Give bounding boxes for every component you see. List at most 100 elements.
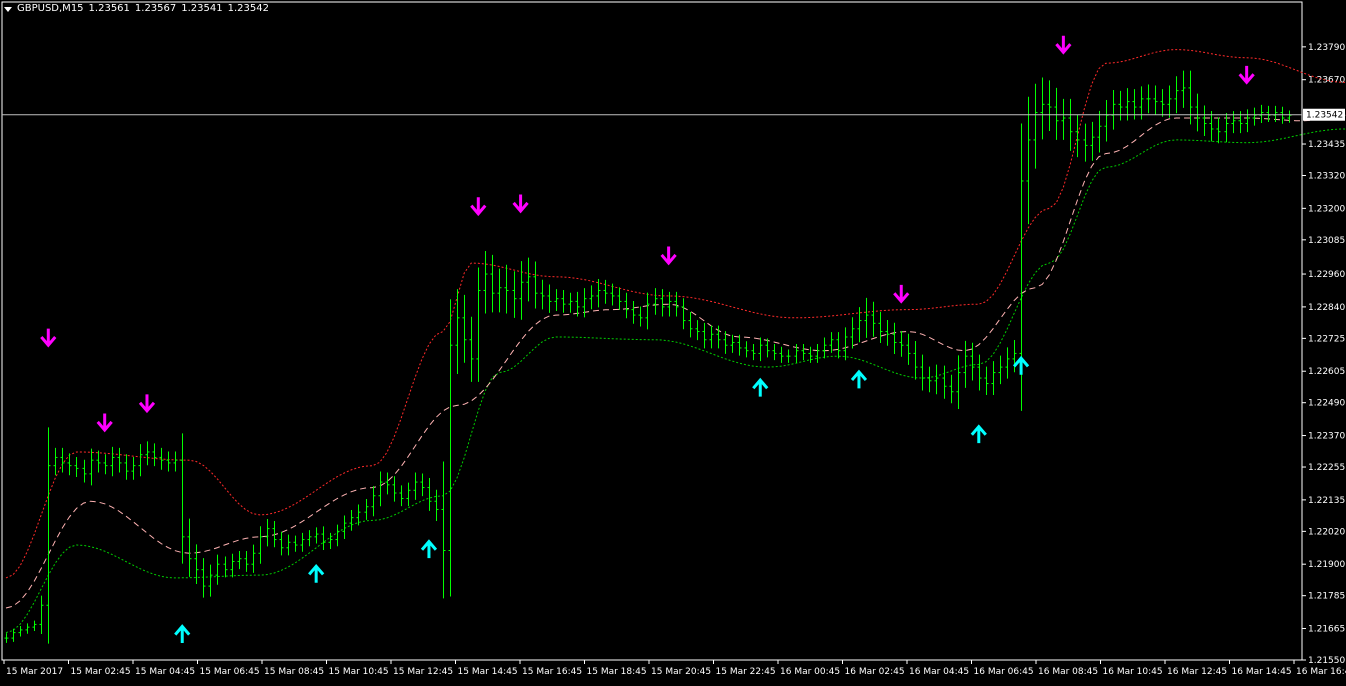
price-bar bbox=[744, 341, 749, 358]
price-bar bbox=[53, 447, 58, 476]
price-bar bbox=[328, 532, 333, 550]
price-bar bbox=[194, 544, 199, 585]
price-bar bbox=[18, 626, 23, 637]
price-bar bbox=[251, 544, 256, 573]
price-bar bbox=[476, 267, 481, 382]
price-bar bbox=[878, 311, 883, 344]
price-bar bbox=[1146, 84, 1151, 114]
price-bar bbox=[293, 535, 298, 552]
price-bar bbox=[561, 290, 566, 313]
price-bar bbox=[180, 433, 185, 564]
price-bar bbox=[709, 325, 714, 349]
price-bar bbox=[145, 441, 150, 466]
sell-arrow-icon bbox=[96, 413, 113, 433]
price-bar bbox=[892, 322, 897, 354]
x-tick-label: 15 Mar 12:45 bbox=[393, 667, 453, 677]
price-bar bbox=[173, 451, 178, 472]
buy-arrow-icon bbox=[1012, 355, 1030, 375]
price-bar bbox=[1083, 123, 1088, 162]
y-tick-label: 1.22020 bbox=[1308, 527, 1345, 537]
x-tick-label: 15 Mar 08:45 bbox=[264, 667, 324, 677]
price-bar bbox=[448, 299, 453, 597]
x-tick-label: 15 Mar 10:45 bbox=[329, 667, 389, 677]
price-bar bbox=[1097, 110, 1102, 153]
x-tick-label: 16 Mar 00:45 bbox=[780, 667, 840, 677]
price-bar bbox=[765, 338, 770, 358]
price-bar bbox=[758, 337, 763, 362]
price-bar bbox=[110, 446, 115, 477]
price-bar bbox=[645, 292, 650, 330]
price-chart[interactable]: 1.23790 1.23670 1.23435 1.23320 1.23200 1.230… bbox=[0, 0, 1346, 682]
price-bar bbox=[631, 301, 636, 324]
price-bar bbox=[850, 317, 855, 349]
price-bar bbox=[582, 288, 587, 318]
price-bar bbox=[413, 472, 418, 500]
price-bar bbox=[913, 340, 918, 380]
x-tick-label: 16 Mar 04:45 bbox=[909, 667, 969, 677]
price-bar bbox=[1188, 70, 1193, 125]
price-bar bbox=[1195, 93, 1200, 132]
price-bar bbox=[4, 633, 9, 643]
x-tick-label: 16 Mar 16:45 bbox=[1296, 667, 1346, 677]
price-bar bbox=[392, 476, 397, 502]
price-bar bbox=[349, 509, 354, 531]
buy-arrow-icon bbox=[420, 539, 438, 559]
y-tick-label: 1.21900 bbox=[1308, 560, 1345, 570]
price-bar bbox=[906, 333, 911, 365]
price-bar bbox=[497, 268, 502, 313]
price-bar bbox=[822, 337, 827, 359]
price-bar bbox=[899, 330, 904, 357]
price-bar bbox=[67, 453, 72, 476]
price-bar bbox=[949, 374, 954, 404]
price-bar bbox=[124, 454, 129, 480]
chart-root[interactable]: GBPUSD,M15 1.23561 1.23567 1.23541 1.235… bbox=[0, 0, 1346, 682]
price-bar bbox=[265, 519, 270, 547]
price-bar bbox=[730, 334, 735, 353]
y-tick-label: 1.23670 bbox=[1308, 76, 1345, 86]
price-bar bbox=[434, 489, 439, 521]
price-bar bbox=[772, 343, 777, 361]
price-bar bbox=[653, 288, 658, 315]
price-bar bbox=[963, 340, 968, 388]
price-bar bbox=[1090, 121, 1095, 161]
price-bar bbox=[1202, 105, 1207, 136]
price-bar bbox=[1068, 98, 1073, 151]
y-tick-label: 1.23320 bbox=[1308, 172, 1345, 182]
price-bar bbox=[1104, 99, 1109, 142]
price-bar bbox=[920, 354, 925, 391]
price-bar bbox=[1026, 96, 1031, 225]
price-bar bbox=[688, 311, 693, 338]
price-bar bbox=[399, 485, 404, 507]
price-bar bbox=[977, 354, 982, 391]
price-bar bbox=[991, 361, 996, 396]
buy-arrow-icon bbox=[850, 369, 868, 389]
price-bar bbox=[46, 427, 51, 644]
price-bar bbox=[117, 447, 122, 473]
x-tick-label: 16 Mar 14:45 bbox=[1232, 667, 1292, 677]
y-tick-label: 1.23200 bbox=[1308, 204, 1345, 214]
price-bar bbox=[74, 457, 79, 478]
price-bar bbox=[490, 254, 495, 313]
symbol-info-bar: GBPUSD,M15 1.23561 1.23567 1.23541 1.235… bbox=[4, 3, 274, 14]
price-bar bbox=[751, 343, 756, 361]
price-bar bbox=[638, 306, 643, 327]
x-tick-label: 15 Mar 14:45 bbox=[458, 667, 518, 677]
price-bar bbox=[1252, 107, 1257, 126]
price-bar bbox=[1054, 87, 1059, 140]
price-bar bbox=[1266, 105, 1271, 122]
price-bar bbox=[942, 365, 947, 399]
price-bar bbox=[970, 342, 975, 381]
price-bar bbox=[956, 355, 961, 409]
price-bar bbox=[1181, 70, 1186, 108]
lower-band-line bbox=[5, 128, 1346, 634]
y-tick-label: 1.21550 bbox=[1308, 656, 1345, 666]
price-bar bbox=[998, 355, 1003, 385]
price-bar bbox=[314, 527, 319, 544]
dropdown-triangle-icon[interactable] bbox=[4, 6, 12, 12]
price-bar bbox=[1167, 85, 1172, 118]
price-bar bbox=[1153, 85, 1158, 116]
sell-arrow-icon bbox=[512, 194, 529, 214]
price-bar bbox=[512, 271, 517, 318]
price-bar bbox=[1005, 347, 1010, 379]
price-bar bbox=[103, 454, 108, 475]
